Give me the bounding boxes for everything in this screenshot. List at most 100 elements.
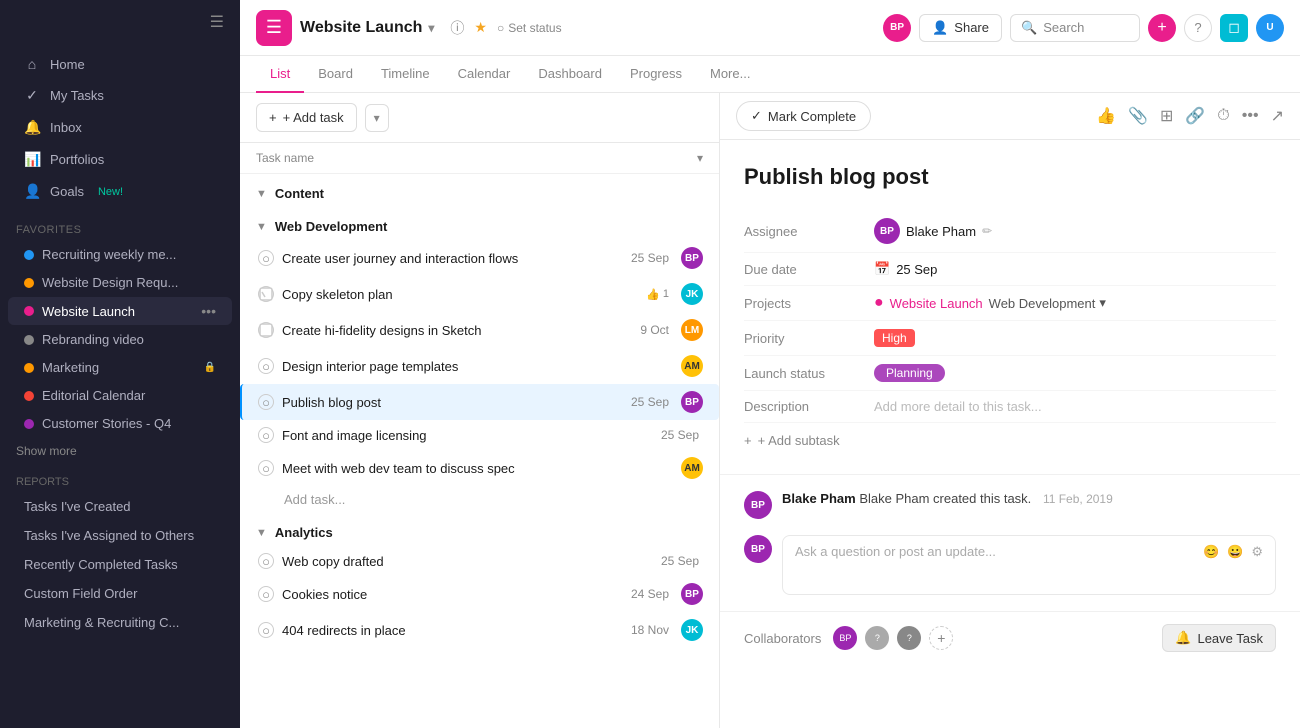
task-check[interactable]: ○ bbox=[258, 394, 274, 410]
tab-dashboard[interactable]: Dashboard bbox=[524, 56, 616, 93]
add-subtask-button[interactable]: + + Add subtask bbox=[744, 423, 1276, 458]
home-icon: ⌂ bbox=[24, 56, 40, 72]
add-task-button[interactable]: + + Add task bbox=[256, 103, 357, 132]
sidebar-item-home[interactable]: ⌂ Home bbox=[8, 49, 232, 79]
tab-more[interactable]: More... bbox=[696, 56, 764, 93]
priority-badge: High bbox=[874, 329, 915, 347]
tab-board[interactable]: Board bbox=[304, 56, 367, 93]
duplicate-icon[interactable]: ⊞ bbox=[1160, 106, 1173, 126]
share-button[interactable]: 👤 Share bbox=[919, 14, 1002, 42]
sidebar-fav-item-6[interactable]: Editorial Calendar bbox=[8, 382, 232, 409]
set-status-button[interactable]: ○ Set status bbox=[497, 21, 562, 35]
task-row[interactable]: Create hi-fidelity designs in Sketch 9 O… bbox=[240, 312, 719, 348]
section-header-content[interactable]: ▼ Content bbox=[240, 174, 719, 207]
task-check[interactable]: ○ bbox=[258, 427, 274, 443]
sidebar-report-tasks-created[interactable]: Tasks I've Created bbox=[8, 493, 232, 520]
mark-complete-button[interactable]: ✓ Mark Complete bbox=[736, 101, 871, 131]
assignee-edit-icon: ✏ bbox=[982, 224, 992, 238]
leave-task-button[interactable]: 🔔 Leave Task bbox=[1162, 624, 1276, 652]
task-row[interactable]: ○ Font and image licensing 25 Sep bbox=[240, 420, 719, 450]
task-row[interactable]: ○ Web copy drafted 25 Sep bbox=[240, 546, 719, 576]
more-icon[interactable]: ••• bbox=[201, 303, 216, 319]
info-icon[interactable]: ⓘ bbox=[450, 18, 464, 38]
sidebar-report-marketing[interactable]: Marketing & Recruiting C... bbox=[8, 609, 232, 636]
task-row[interactable]: ○ Cookies notice 24 Sep BP bbox=[240, 576, 719, 612]
assignee-avatar: BP bbox=[874, 218, 900, 244]
projects-value[interactable]: ● Website Launch Web Development ▾ bbox=[874, 294, 1106, 312]
tab-list[interactable]: List bbox=[256, 56, 304, 93]
priority-value[interactable]: High bbox=[874, 329, 915, 347]
sidebar-item-inbox[interactable]: 🔔 Inbox bbox=[8, 112, 232, 143]
thumbs-up-icon[interactable]: 👍 bbox=[1096, 106, 1116, 126]
task-check[interactable] bbox=[258, 286, 274, 302]
section-header-analytics[interactable]: ▼ Analytics bbox=[240, 513, 719, 546]
notification-icon[interactable]: ◻ bbox=[1220, 14, 1248, 42]
add-task-inline-web-dev[interactable]: Add task... bbox=[240, 486, 719, 513]
sidebar-item-goals[interactable]: 👤 Goals New! bbox=[8, 176, 232, 207]
tab-calendar[interactable]: Calendar bbox=[444, 56, 525, 93]
timer-icon[interactable]: ⏱ bbox=[1217, 107, 1229, 125]
tab-timeline[interactable]: Timeline bbox=[367, 56, 444, 93]
link-icon[interactable]: 🔗 bbox=[1185, 106, 1205, 126]
web-dev-tag[interactable]: Web Development ▾ bbox=[989, 295, 1106, 311]
sidebar-fav-item-4[interactable]: Rebranding video bbox=[8, 326, 232, 353]
task-avatar: BP bbox=[681, 583, 703, 605]
comment-input-box[interactable]: Ask a question or post an update... 😊 😀 … bbox=[782, 535, 1276, 595]
fav-dot bbox=[24, 363, 34, 373]
section-chevron-icon: ▼ bbox=[256, 527, 267, 539]
header-icons: ⓘ ★ ○ Set status bbox=[450, 18, 561, 38]
expand-icon[interactable]: ↗ bbox=[1271, 106, 1284, 126]
detail-comments: BP Blake Pham Blake Pham created this ta… bbox=[720, 474, 1300, 611]
due-date-value[interactable]: 📅 25 Sep bbox=[874, 261, 937, 277]
collaborators-label: Collaborators bbox=[744, 631, 821, 646]
sidebar-report-custom-field[interactable]: Custom Field Order bbox=[8, 580, 232, 607]
task-check[interactable]: ○ bbox=[258, 586, 274, 602]
sidebar-report-tasks-assigned[interactable]: Tasks I've Assigned to Others bbox=[8, 522, 232, 549]
task-check[interactable]: ○ bbox=[258, 622, 274, 638]
add-button[interactable]: + bbox=[1148, 14, 1176, 42]
due-date-label: Due date bbox=[744, 262, 874, 277]
sidebar-item-portfolios[interactable]: 📊 Portfolios bbox=[8, 144, 232, 175]
sidebar-item-my-tasks[interactable]: ✓ My Tasks bbox=[8, 80, 232, 111]
task-check[interactable]: ○ bbox=[258, 250, 274, 266]
add-collaborator-button[interactable]: + bbox=[929, 626, 953, 650]
sidebar-fav-item-7[interactable]: Customer Stories - Q4 bbox=[8, 410, 232, 437]
sort-icon[interactable]: ▾ bbox=[697, 151, 703, 165]
task-row-publish-blog-post[interactable]: ○ Publish blog post 25 Sep BP bbox=[240, 384, 719, 420]
attachment-icon[interactable]: 📎 bbox=[1128, 106, 1148, 126]
website-launch-tag[interactable]: Website Launch bbox=[890, 296, 983, 311]
sidebar-fav-item-2[interactable]: Website Design Requ... bbox=[8, 269, 232, 296]
hamburger-icon[interactable]: ☰ bbox=[210, 12, 224, 32]
emoji-icon[interactable]: 😊 bbox=[1203, 544, 1219, 560]
show-more-button[interactable]: Show more bbox=[0, 438, 240, 464]
task-row[interactable]: ○ Create user journey and interaction fl… bbox=[240, 240, 719, 276]
sidebar-fav-item-3[interactable]: Website Launch ••• bbox=[8, 297, 232, 325]
tab-progress[interactable]: Progress bbox=[616, 56, 696, 93]
settings-icon[interactable]: ⚙ bbox=[1251, 544, 1263, 560]
add-task-dropdown-button[interactable]: ▾ bbox=[365, 104, 389, 132]
more-icon[interactable]: ••• bbox=[1242, 107, 1259, 125]
user-avatar-account[interactable]: U bbox=[1256, 14, 1284, 42]
search-box[interactable]: 🔍 Search bbox=[1010, 14, 1140, 42]
smiley-icon[interactable]: 😀 bbox=[1227, 544, 1243, 560]
help-button[interactable]: ? bbox=[1184, 14, 1212, 42]
star-icon[interactable]: ★ bbox=[474, 19, 487, 36]
sidebar-report-recently-completed[interactable]: Recently Completed Tasks bbox=[8, 551, 232, 578]
task-check[interactable]: ○ bbox=[258, 358, 274, 374]
launch-status-value[interactable]: Planning bbox=[874, 364, 945, 382]
task-row[interactable]: ○ Meet with web dev team to discuss spec… bbox=[240, 450, 719, 486]
task-row[interactable]: ○ 404 redirects in place 18 Nov JK bbox=[240, 612, 719, 648]
task-check[interactable]: ○ bbox=[258, 553, 274, 569]
task-check[interactable] bbox=[258, 322, 274, 338]
assignee-value[interactable]: BP Blake Pham ✏ bbox=[874, 218, 992, 244]
task-check[interactable]: ○ bbox=[258, 460, 274, 476]
task-row[interactable]: Copy skeleton plan 👍 1 JK bbox=[240, 276, 719, 312]
section-chevron-icon: ▼ bbox=[256, 188, 267, 200]
sidebar-fav-item-5[interactable]: Marketing 🔒 bbox=[8, 354, 232, 381]
task-row[interactable]: ○ Design interior page templates AM bbox=[240, 348, 719, 384]
project-chevron-icon[interactable]: ▾ bbox=[428, 21, 434, 35]
description-area[interactable]: Add more detail to this task... bbox=[874, 399, 1042, 414]
detail-action-icons: 👍 📎 ⊞ 🔗 ⏱ ••• ↗ bbox=[1096, 106, 1284, 126]
sidebar-fav-item-1[interactable]: Recruiting weekly me... bbox=[8, 241, 232, 268]
section-header-web-development[interactable]: ▼ Web Development bbox=[240, 207, 719, 240]
